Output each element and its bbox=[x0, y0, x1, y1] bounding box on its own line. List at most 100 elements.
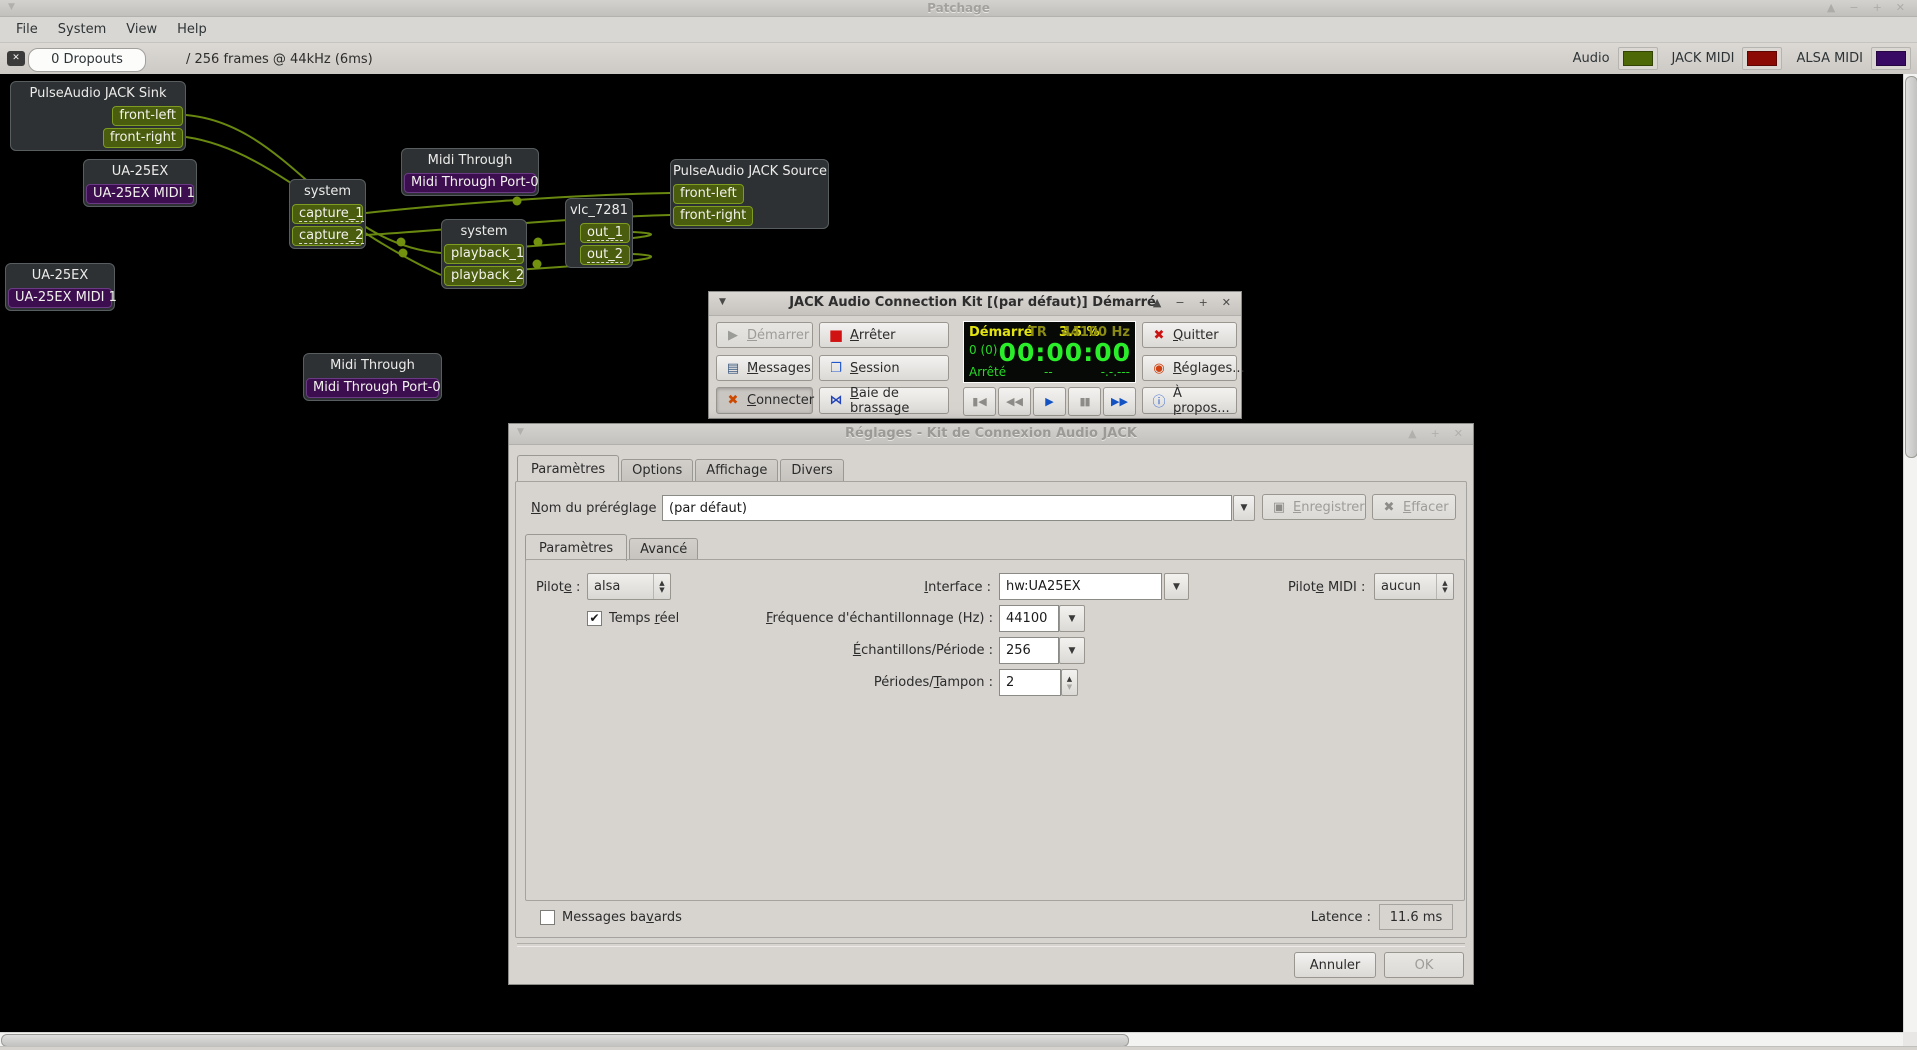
minimize-icon[interactable]: − bbox=[1849, 1, 1858, 15]
frames-dropdown-button[interactable]: ▼ bbox=[1059, 637, 1085, 664]
stop-button[interactable]: ■ Arrêter bbox=[819, 322, 949, 348]
transport-fast-forward-button[interactable]: ▶▶ bbox=[1103, 387, 1136, 416]
shade-icon[interactable]: ▲ bbox=[1408, 427, 1416, 441]
tab-paramètres[interactable]: Paramètres bbox=[525, 534, 627, 561]
port-front-right[interactable]: front-right bbox=[103, 128, 183, 148]
tab-affichage[interactable]: Affichage bbox=[695, 459, 778, 481]
verbose-checkbox[interactable] bbox=[540, 910, 555, 925]
delete-preset-button[interactable]: ✖ Effacer bbox=[1372, 494, 1456, 520]
graph-node-ua25ex-out[interactable]: UA-25EXUA-25EX MIDI 1 bbox=[83, 159, 197, 207]
periods-spin-buttons[interactable]: ▲▼ bbox=[1061, 669, 1078, 696]
vertical-scrollbar-thumb[interactable] bbox=[1905, 76, 1917, 458]
ok-button[interactable]: OK bbox=[1384, 952, 1464, 978]
session-button[interactable]: ❐ Session bbox=[819, 355, 949, 381]
tab-divers[interactable]: Divers bbox=[780, 459, 843, 481]
port-UA-25EX MIDI 1[interactable]: UA-25EX MIDI 1 bbox=[8, 288, 112, 308]
legend-color-swatch[interactable] bbox=[1618, 47, 1658, 70]
patchbay-button[interactable]: ⋈ Baie de brassage bbox=[819, 387, 949, 414]
messages-icon: ▤ bbox=[725, 361, 741, 376]
spin-up-icon[interactable]: ▲ bbox=[1067, 675, 1072, 683]
transport-rewind-button[interactable]: ◀◀ bbox=[998, 387, 1031, 416]
tab-avancé[interactable]: Avancé bbox=[629, 538, 698, 560]
cancel-button[interactable]: Annuler bbox=[1294, 952, 1376, 978]
transport-skip-backward-button[interactable]: ▮◀ bbox=[963, 387, 996, 416]
maximize-icon[interactable]: + bbox=[1431, 427, 1440, 441]
quit-button[interactable]: ✖ Quitter bbox=[1142, 322, 1237, 348]
menu-view[interactable]: View bbox=[116, 20, 167, 39]
interface-label: Interface : bbox=[924, 580, 991, 595]
connect-button[interactable]: ✖ Connecter bbox=[716, 387, 813, 414]
port-capture_1[interactable]: capture_1 bbox=[292, 204, 363, 224]
port-front-left[interactable]: front-left bbox=[112, 106, 183, 126]
connection-handle[interactable] bbox=[399, 249, 408, 258]
close-icon[interactable]: ✕ bbox=[1896, 1, 1905, 15]
frames-combobox[interactable]: 256 bbox=[999, 637, 1059, 664]
save-preset-button[interactable]: ▣ Enregistrer bbox=[1262, 494, 1366, 520]
graph-node-system-capture[interactable]: systemcapture_1capture_2 bbox=[289, 179, 366, 249]
graph-node-pa-jack-sink[interactable]: PulseAudio JACK Sinkfront-leftfront-righ… bbox=[10, 81, 186, 151]
sample-rate-combobox[interactable]: 44100 bbox=[999, 605, 1059, 632]
legend-color-swatch[interactable] bbox=[1871, 47, 1911, 70]
port-out_1[interactable]: out_1 bbox=[580, 223, 630, 243]
port-UA-25EX MIDI 1[interactable]: UA-25EX MIDI 1 bbox=[86, 184, 194, 204]
clear-dropouts-icon[interactable]: ✕ bbox=[7, 51, 25, 66]
close-icon[interactable]: ✕ bbox=[1222, 296, 1231, 310]
graph-node-midi-through-out[interactable]: Midi ThroughMidi Through Port-0 bbox=[401, 148, 539, 196]
vertical-scrollbar[interactable] bbox=[1903, 74, 1917, 1046]
stop-icon: ■ bbox=[828, 326, 844, 344]
port-capture_2[interactable]: capture_2 bbox=[292, 226, 363, 246]
driver-combobox[interactable]: alsa ▲▼ bbox=[587, 573, 671, 600]
shade-icon[interactable]: ▲ bbox=[1153, 296, 1161, 310]
menu-file[interactable]: File bbox=[6, 20, 48, 39]
maximize-icon[interactable]: + bbox=[1199, 296, 1208, 310]
sample-rate-label: Fréquence d'échantillonnage (Hz) : bbox=[766, 611, 993, 626]
port-playback_2[interactable]: playback_2 bbox=[444, 266, 524, 286]
legend-label: ALSA MIDI bbox=[1796, 51, 1863, 66]
setup-button[interactable]: ◉ Réglages... bbox=[1142, 355, 1237, 381]
graph-node-midi-through-in[interactable]: Midi ThroughMidi Through Port-0 bbox=[303, 353, 442, 401]
port-front-left[interactable]: front-left bbox=[673, 184, 744, 204]
node-title: system bbox=[292, 182, 363, 202]
start-button[interactable]: ▶ Démarrer bbox=[716, 322, 813, 348]
transport-play-button[interactable]: ▶ bbox=[1033, 387, 1066, 416]
horizontal-scrollbar[interactable] bbox=[0, 1032, 1903, 1047]
preset-name-combobox[interactable]: (par défaut) bbox=[662, 495, 1232, 521]
midi-driver-combobox[interactable]: aucun ▲▼ bbox=[1374, 573, 1454, 600]
close-icon[interactable]: ✕ bbox=[1454, 427, 1463, 441]
realtime-checkbox[interactable]: ✔ bbox=[587, 611, 602, 626]
graph-node-system-playback[interactable]: systemplayback_1playback_2 bbox=[441, 219, 527, 289]
spin-down-icon[interactable]: ▼ bbox=[1067, 683, 1072, 691]
port-front-right[interactable]: front-right bbox=[673, 206, 753, 226]
dropouts-button[interactable]: 0 Dropouts bbox=[28, 48, 146, 72]
graph-node-pa-jack-source[interactable]: PulseAudio JACK Sourcefront-leftfront-ri… bbox=[670, 159, 829, 229]
interface-dropdown-button[interactable]: ▼ bbox=[1164, 573, 1189, 600]
tab-paramètres[interactable]: Paramètres bbox=[517, 455, 619, 482]
minimize-icon[interactable]: − bbox=[1175, 296, 1184, 310]
connection-handle[interactable] bbox=[533, 260, 542, 269]
shade-icon[interactable]: ▲ bbox=[1827, 1, 1835, 15]
port-Midi Through Port-0[interactable]: Midi Through Port-0 bbox=[306, 378, 439, 398]
port-out_2[interactable]: out_2 bbox=[580, 245, 630, 265]
transport-pause-button[interactable]: ▮▮ bbox=[1068, 387, 1101, 416]
port-playback_1[interactable]: playback_1 bbox=[444, 244, 524, 264]
sample-rate-dropdown-button[interactable]: ▼ bbox=[1059, 605, 1085, 632]
spinner-arrows-icon[interactable]: ▲▼ bbox=[1436, 574, 1453, 599]
menu-help[interactable]: Help bbox=[167, 20, 217, 39]
about-button[interactable]: ⓘ À propos... bbox=[1142, 387, 1237, 414]
legend-color-swatch[interactable] bbox=[1742, 47, 1782, 70]
port-Midi Through Port-0[interactable]: Midi Through Port-0 bbox=[404, 173, 536, 193]
connection-handle[interactable] bbox=[534, 238, 543, 247]
tab-options[interactable]: Options bbox=[621, 459, 693, 481]
messages-button[interactable]: ▤ Messages bbox=[716, 355, 813, 381]
graph-node-ua25ex-in[interactable]: UA-25EXUA-25EX MIDI 1 bbox=[5, 263, 115, 311]
graph-node-vlc-7281[interactable]: vlc_7281out_1out_2 bbox=[565, 198, 633, 268]
periods-spinbox[interactable]: 2 bbox=[999, 669, 1061, 696]
spinner-arrows-icon[interactable]: ▲▼ bbox=[653, 574, 670, 599]
connect-icon: ✖ bbox=[725, 393, 741, 408]
connection-handle[interactable] bbox=[513, 197, 522, 206]
maximize-icon[interactable]: + bbox=[1873, 1, 1882, 15]
connection-handle[interactable] bbox=[397, 238, 406, 247]
preset-dropdown-button[interactable]: ▼ bbox=[1233, 495, 1255, 521]
menu-system[interactable]: System bbox=[48, 20, 116, 39]
interface-combobox[interactable]: hw:UA25EX bbox=[999, 573, 1162, 600]
